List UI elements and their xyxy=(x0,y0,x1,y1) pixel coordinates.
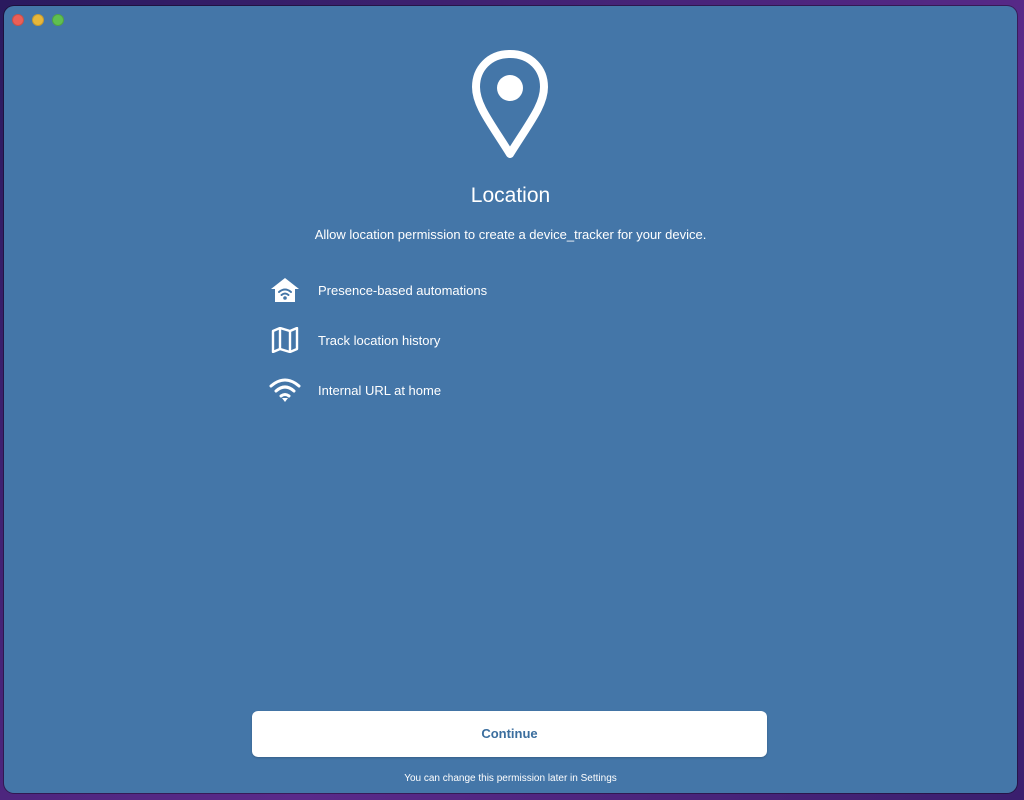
zoom-window-button[interactable] xyxy=(52,14,64,26)
feature-list: Presence-based automations Track locatio… xyxy=(268,274,487,424)
map-icon xyxy=(268,324,302,356)
page-subtitle: Allow location permission to create a de… xyxy=(314,227,707,242)
feature-label: Track location history xyxy=(318,332,441,348)
wifi-icon xyxy=(268,374,302,406)
map-pin-icon xyxy=(472,50,548,158)
window-controls xyxy=(12,14,64,26)
feature-item-internal-url: Internal URL at home xyxy=(268,374,487,406)
feature-item-presence: Presence-based automations xyxy=(268,274,487,306)
page-title: Location xyxy=(470,184,551,207)
feature-label: Presence-based automations xyxy=(318,282,488,298)
continue-button[interactable]: Continue xyxy=(252,711,767,757)
home-wifi-icon xyxy=(268,274,302,306)
feature-item-history: Track location history xyxy=(268,324,487,356)
app-window: Location Allow location permission to cr… xyxy=(4,6,1017,793)
feature-label: Internal URL at home xyxy=(318,382,442,398)
close-window-button[interactable] xyxy=(12,14,24,26)
settings-note: You can change this permission later in … xyxy=(404,773,617,784)
minimize-window-button[interactable] xyxy=(32,14,44,26)
